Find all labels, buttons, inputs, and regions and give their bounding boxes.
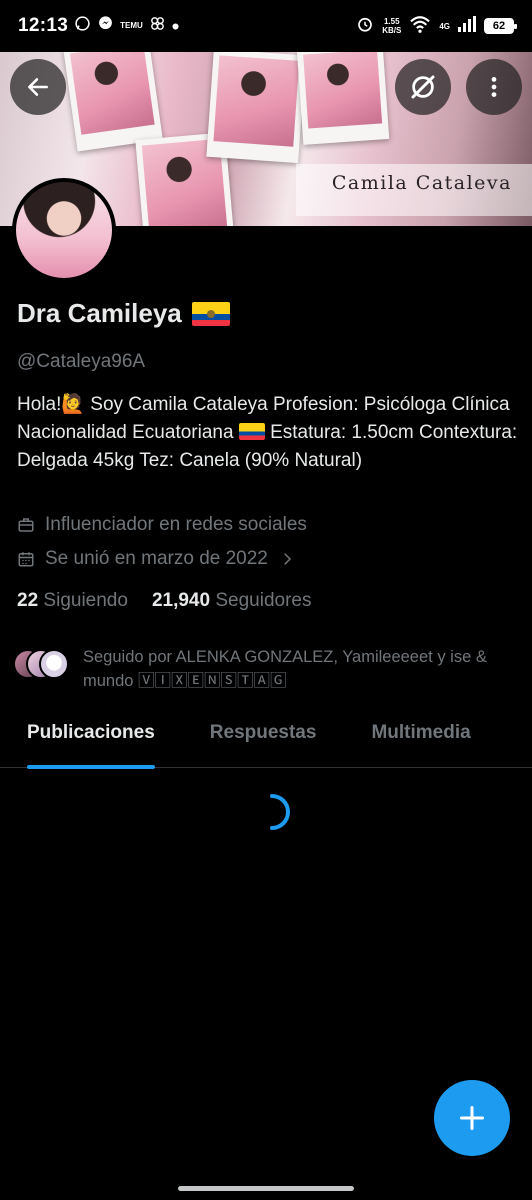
temu-label: TEMU [120, 21, 143, 30]
net-speed-unit: KB/S [382, 26, 402, 35]
banner-photo [296, 52, 390, 145]
profile-name: Dra Camileya [17, 298, 182, 328]
followed-by-text: Seguido por ALENKA GONZALEZ, Yamileeeeet… [83, 648, 487, 690]
calendar-icon [18, 552, 34, 567]
followed-by[interactable]: Seguido por ALENKA GONZALEZ, Yamileeeeet… [13, 645, 503, 693]
tab-multimedia[interactable]: Multimedia [371, 708, 470, 768]
profile-joined[interactable]: Se unió en marzo de 2022 [17, 548, 296, 570]
signal-icon [458, 15, 476, 37]
tab-label: Multimedia [371, 722, 471, 743]
pinwheel-icon [149, 15, 166, 37]
tab-respuestas[interactable]: Respuestas [210, 708, 317, 768]
banner-photo [63, 52, 163, 152]
wifi-icon [409, 15, 431, 38]
more-options-button[interactable] [466, 59, 522, 115]
temu-icon: TEMU [120, 22, 143, 30]
briefcase-icon [18, 518, 34, 532]
whatsapp-icon [74, 15, 91, 37]
follow-stats: 22 Siguiendo 21,940 Seguidores [17, 590, 311, 612]
banner-title: Camila Cataleva [331, 172, 512, 194]
battery-icon: 62 [484, 18, 517, 34]
network-type: 4G [439, 21, 450, 31]
chevron-right-icon [284, 553, 291, 565]
followers-count: 21,940 [151, 590, 211, 611]
profile-bio: Hola!🙋 Soy Camila Cataleya Profesion: Ps… [17, 391, 522, 475]
loading-spinner-icon [270, 794, 290, 830]
following-label: Siguiendo [43, 590, 128, 611]
net-speed-value: 1.55 [383, 17, 400, 26]
grok-button[interactable] [395, 59, 451, 115]
avatar [39, 649, 69, 679]
alarm-icon [356, 15, 374, 38]
profile-handle: @Cataleya96A [17, 351, 146, 372]
profile-category: Influenciador en redes sociales [17, 514, 307, 536]
banner-photo [206, 52, 306, 164]
status-bar: 12:13 TEMU 1.55 KB/S 4G 62 [0, 0, 532, 52]
more-vertical-icon [491, 77, 497, 97]
profile-tabs: Publicaciones Respuestas Multimedia [0, 708, 532, 769]
tab-label: Respuestas [209, 722, 317, 743]
profile-name-row: Dra Camileya [17, 298, 230, 329]
followers-link[interactable]: 21,940 Seguidores [152, 590, 312, 612]
back-button[interactable] [10, 59, 66, 115]
arrow-left-icon [28, 78, 48, 96]
following-count: 22 [17, 590, 39, 611]
category-label: Influenciador en redes sociales [45, 514, 307, 535]
profile-avatar[interactable] [12, 178, 116, 282]
compose-post-button[interactable] [434, 1080, 510, 1156]
joined-label: Se unió en marzo de 2022 [45, 548, 268, 569]
plus-icon [459, 1105, 485, 1131]
ecuador-flag-icon [238, 423, 265, 440]
followers-label: Seguidores [215, 590, 312, 611]
net-speed: 1.55 KB/S [382, 17, 401, 35]
following-link[interactable]: 22 Siguiendo [17, 590, 128, 612]
battery-level: 62 [492, 20, 506, 32]
followed-by-avatars [13, 645, 69, 683]
home-indicator[interactable] [178, 1186, 354, 1191]
tab-publicaciones[interactable]: Publicaciones [27, 708, 155, 769]
messenger-icon [97, 15, 114, 37]
status-left: 12:13 TEMU [18, 15, 179, 37]
ecuador-flag-icon [191, 301, 230, 326]
status-time: 12:13 [18, 15, 69, 36]
notification-dot-icon [172, 17, 179, 35]
grok-icon [411, 75, 435, 99]
tab-active-indicator [27, 765, 155, 769]
status-right: 1.55 KB/S 4G 62 [356, 15, 517, 38]
tab-label: Publicaciones [27, 722, 155, 743]
